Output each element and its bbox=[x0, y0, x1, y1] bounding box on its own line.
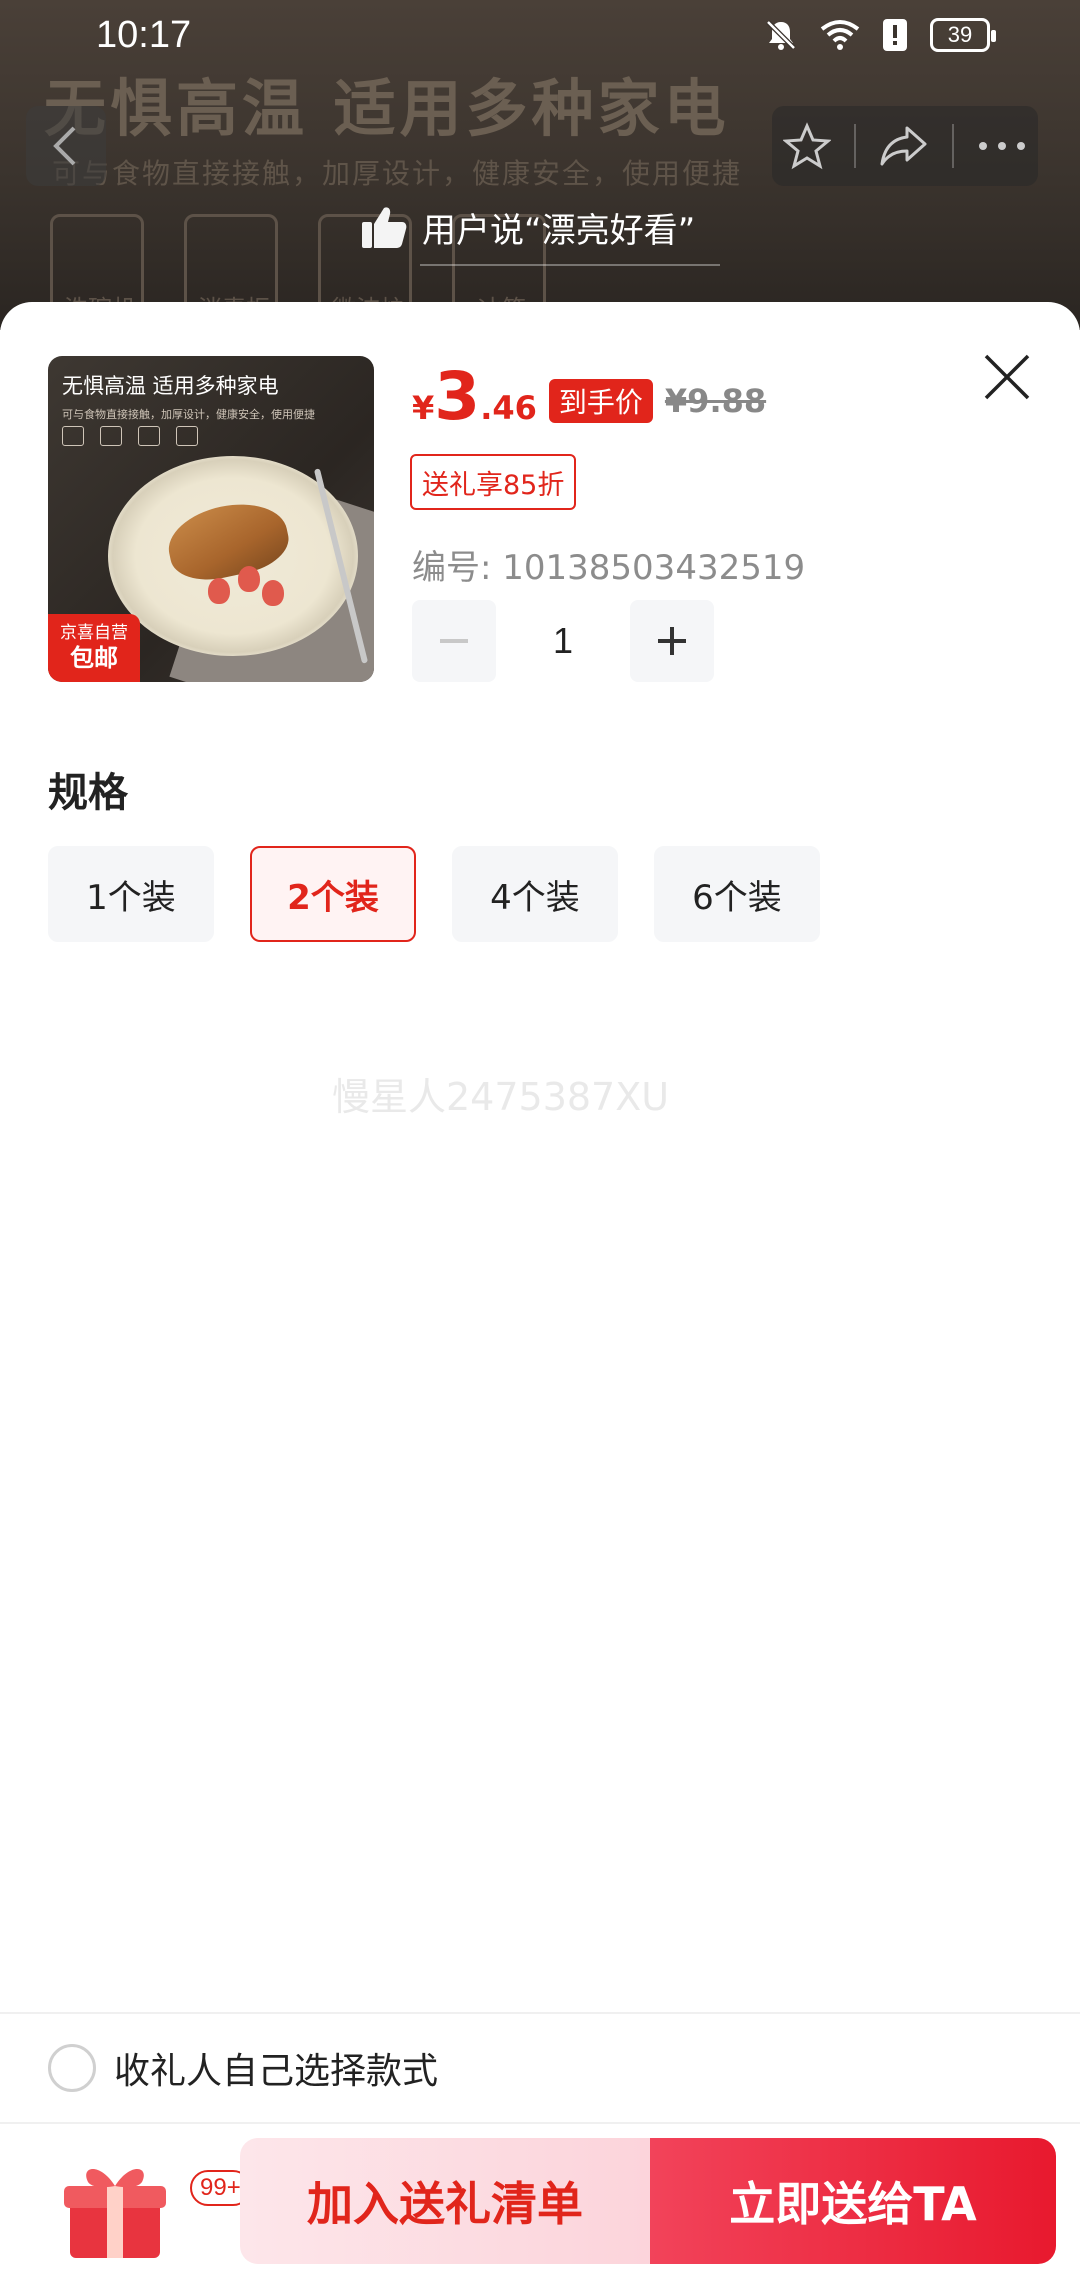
send-now-button[interactable]: 立即送给TA bbox=[650, 2138, 1056, 2264]
top-action-group bbox=[772, 106, 1038, 186]
battery-indicator: 39 bbox=[930, 18, 996, 52]
watermark: 慢星人2475387XU bbox=[332, 1075, 670, 1119]
gift-box-icon bbox=[64, 2169, 166, 2258]
spec-option-4-pack[interactable]: 4个装 bbox=[452, 846, 618, 942]
price-row: ¥ 3 .46 到手价 ¥9.88 bbox=[412, 364, 766, 430]
share-icon[interactable] bbox=[879, 124, 929, 168]
divider bbox=[854, 124, 857, 168]
gift-list-entry[interactable]: 99+ bbox=[60, 2152, 251, 2272]
thumbs-up-icon bbox=[362, 207, 407, 248]
spec-option-6-pack[interactable]: 6个装 bbox=[654, 846, 820, 942]
self-operated-label: 京喜自营 bbox=[60, 623, 128, 643]
spec-selection-sheet: 无惧高温 适用多种家电 可与食物直接接触，加厚设计，健康安全，使用便捷 京喜自营… bbox=[0, 302, 1080, 2280]
chevron-left-icon bbox=[53, 126, 76, 166]
original-price: ¥9.88 bbox=[664, 382, 767, 420]
recipient-choose-style-option[interactable]: 收礼人自己选择款式 bbox=[0, 2012, 1080, 2124]
quantity-value[interactable]: 1 bbox=[496, 620, 630, 662]
product-image-subtitle: 可与食物直接接触，加厚设计，健康安全，使用便捷 bbox=[62, 408, 315, 421]
gift-discount-badge: 送礼享85折 bbox=[410, 454, 577, 510]
close-button[interactable] bbox=[982, 352, 1032, 402]
free-shipping-badge: 京喜自营 包邮 bbox=[48, 614, 140, 682]
spec-option-1-pack[interactable]: 1个装 bbox=[48, 846, 214, 942]
sim-alert-icon bbox=[883, 19, 907, 51]
spec-option-2-pack[interactable]: 2个装 bbox=[250, 846, 416, 942]
free-shipping-label: 包邮 bbox=[70, 644, 118, 672]
status-time: 10:17 bbox=[96, 14, 192, 56]
minus-icon bbox=[440, 639, 468, 643]
add-to-gift-list-button[interactable]: 加入送礼清单 bbox=[240, 2138, 650, 2264]
radio-button[interactable] bbox=[48, 2044, 96, 2092]
price-integer: 3 bbox=[434, 358, 481, 435]
close-icon bbox=[984, 354, 1030, 400]
spec-option-list: 1个装 2个装 4个装 6个装 bbox=[48, 846, 820, 942]
product-image: 无惧高温 适用多种家电 可与食物直接接触，加厚设计，健康安全，使用便捷 京喜自营… bbox=[48, 356, 374, 682]
quantity-stepper: 1 bbox=[412, 600, 714, 682]
wifi-icon bbox=[820, 20, 860, 50]
strawberry-graphic bbox=[208, 578, 230, 604]
status-icons: 39 bbox=[764, 18, 996, 52]
decrease-quantity-button[interactable] bbox=[412, 600, 496, 682]
increase-quantity-button[interactable] bbox=[630, 600, 714, 682]
dishwasher-icon: 洗碗机 bbox=[50, 214, 144, 323]
strawberry-graphic bbox=[238, 566, 260, 592]
final-price-tag: 到手价 bbox=[548, 379, 653, 423]
background-product-page: 无惧高温 适用多种家电 可与食物直接接触，加厚设计，健康安全，使用便捷 洗碗机 … bbox=[0, 0, 1080, 330]
spec-section-title: 规格 bbox=[48, 770, 128, 816]
user-review-text: 用户说“漂亮好看” bbox=[422, 210, 696, 251]
divider bbox=[951, 124, 954, 168]
back-button[interactable] bbox=[26, 106, 106, 186]
more-icon[interactable] bbox=[977, 140, 1027, 152]
recipient-choose-style-label: 收礼人自己选择款式 bbox=[114, 2051, 439, 2092]
bell-muted-icon bbox=[766, 20, 796, 50]
plus-icon bbox=[658, 627, 686, 655]
strawberry-graphic bbox=[262, 580, 284, 606]
sterilizer-icon: 消毒柜 bbox=[184, 214, 278, 323]
user-review-banner: 用户说“漂亮好看” bbox=[360, 192, 695, 262]
price-decimal: .46 bbox=[480, 389, 537, 427]
status-bar: 10:17 39 bbox=[0, 0, 1080, 76]
bottom-action-bar: 99+ 加入送礼清单 立即送给TA bbox=[0, 2128, 1080, 2280]
product-sku: 编号: 10138503432519 bbox=[412, 548, 806, 588]
price-currency: ¥ bbox=[412, 389, 435, 427]
product-image-appliance-icons bbox=[62, 426, 198, 446]
star-icon[interactable] bbox=[783, 122, 832, 170]
product-image-title: 无惧高温 适用多种家电 bbox=[62, 374, 279, 398]
background-subline: 可与食物直接接触，加厚设计，健康安全，使用便捷 bbox=[52, 157, 743, 190]
banner-underline bbox=[420, 264, 720, 266]
